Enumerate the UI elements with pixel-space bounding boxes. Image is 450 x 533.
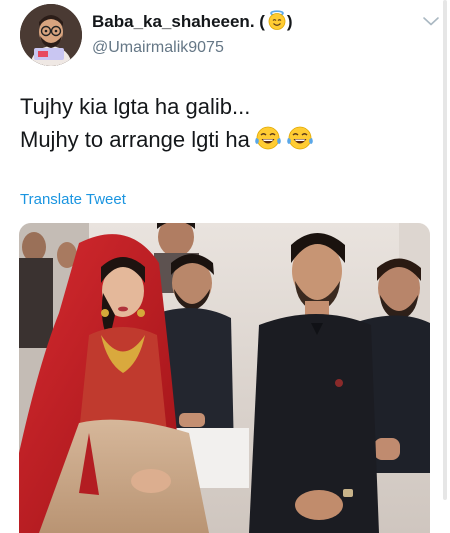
tweet-photo[interactable] — [19, 223, 430, 533]
author-handle[interactable]: @Umairmalik9075 — [92, 37, 293, 59]
display-name[interactable]: Baba_ka_shaheeen. ( ) — [92, 10, 293, 36]
display-name-close: ) — [286, 12, 293, 31]
translate-tweet-link[interactable]: Translate Tweet — [20, 190, 126, 210]
wedding-photo-image — [19, 223, 430, 533]
bitmoji-avatar-icon — [20, 4, 82, 66]
tweet-text-line-2: Mujhy to arrange lgti ha — [20, 123, 435, 160]
smiling-face-with-halo-icon — [267, 10, 287, 36]
avatar[interactable] — [20, 4, 82, 66]
tweet-card: Baba_ka_shaheeen. ( ) @Umairmalik9075 Tu… — [0, 0, 450, 533]
tweet-text-line-2-text: Mujhy to arrange lgti ha — [20, 127, 250, 152]
tweet-text: Tujhy kia lgta ha galib... Mujhy to arra… — [20, 90, 435, 160]
chevron-down-icon[interactable] — [422, 14, 440, 26]
face-with-tears-of-joy-icon — [254, 125, 282, 160]
scrollbar[interactable] — [443, 0, 447, 500]
tweet-text-line-1: Tujhy kia lgta ha galib... — [20, 94, 251, 119]
author-names: Baba_ka_shaheeen. ( ) @Umairmalik9075 — [92, 10, 293, 59]
display-name-text: Baba_ka_shaheeen. ( — [92, 12, 265, 31]
face-with-tears-of-joy-icon — [286, 125, 314, 160]
tweet-header: Baba_ka_shaheeen. ( ) @Umairmalik9075 — [20, 4, 440, 66]
